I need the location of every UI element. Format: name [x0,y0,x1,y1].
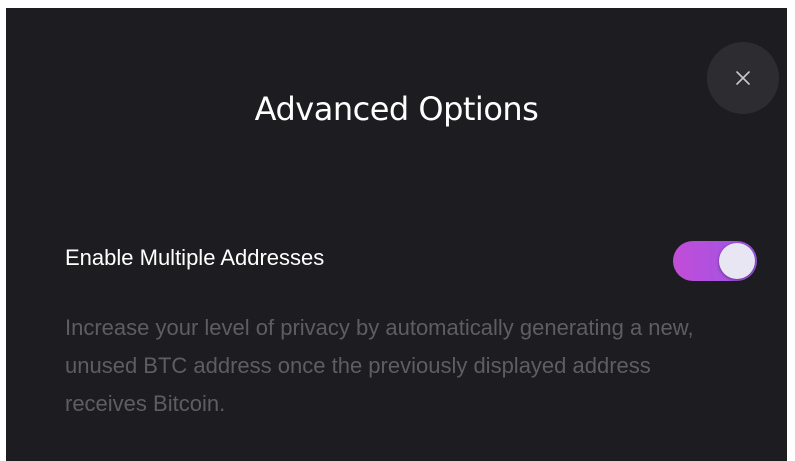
toggle-knob [719,243,755,279]
advanced-options-modal: Advanced Options Enable Multiple Address… [6,8,787,461]
multiple-addresses-toggle[interactable] [673,241,757,281]
close-icon [735,70,751,86]
multiple-addresses-description: Increase your level of privacy by automa… [65,315,694,416]
multiple-addresses-label: Enable Multiple Addresses [65,245,325,270]
modal-title: Advanced Options [254,90,539,128]
